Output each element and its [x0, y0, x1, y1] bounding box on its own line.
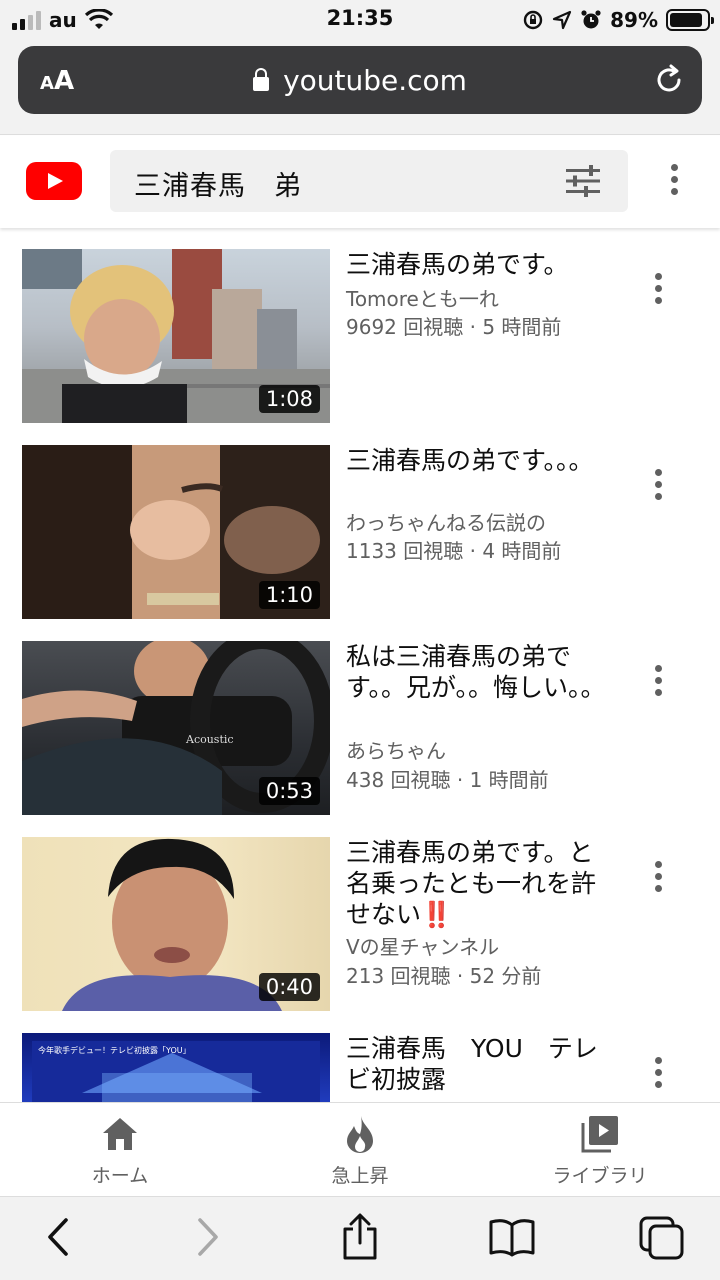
url-display[interactable]: youtube.com	[18, 64, 702, 97]
battery-icon	[666, 9, 714, 31]
video-more-icon[interactable]	[654, 273, 662, 304]
video-more-icon[interactable]	[654, 1057, 662, 1088]
video-channel[interactable]: Vの星チャンネル	[346, 933, 499, 962]
video-thumbnail[interactable]: 0:40	[22, 837, 330, 1011]
video-channel[interactable]: あらちゃん	[346, 737, 446, 766]
shirt-print-text: Acoustic	[185, 733, 234, 746]
video-channel[interactable]: わっちゃんねる伝説の	[346, 509, 546, 538]
video-more-icon[interactable]	[654, 861, 662, 892]
video-more-icon[interactable]	[654, 665, 662, 696]
nav-trending-label: 急上昇	[331, 1165, 389, 1187]
share-icon[interactable]	[340, 1213, 380, 1261]
thumbnail-caption: 今年歌手デビュー！テレビ初披露「YOU」	[38, 1045, 191, 1055]
home-icon	[103, 1118, 137, 1150]
video-channel[interactable]: Tomoreとも一れ	[346, 285, 499, 314]
youtube-bottom-nav: ホーム 急上昇 ライブラリ	[0, 1102, 720, 1196]
video-duration: 0:53	[258, 777, 320, 805]
browser-bottom-toolbar	[0, 1196, 720, 1280]
video-duration: 1:08	[258, 385, 320, 413]
filter-icon[interactable]	[564, 164, 602, 198]
forward-icon[interactable]	[194, 1217, 222, 1257]
nav-library[interactable]: ライブラリ	[500, 1113, 700, 1188]
trending-flame-icon	[347, 1116, 373, 1153]
video-title[interactable]: 私は三浦春馬の弟です。。兄が。。悔しい。。	[346, 641, 608, 703]
youtube-header: 三浦春馬 弟	[0, 136, 720, 228]
nav-home-label: ホーム	[91, 1165, 149, 1187]
video-thumbnail[interactable]: 1:08	[22, 249, 330, 423]
video-title[interactable]: 三浦春馬の弟です。と名乗ったとも一れを許せない‼️	[346, 837, 608, 930]
video-stats: 213 回視聴 · 52 分前	[346, 964, 542, 988]
video-duration: 1:10	[258, 581, 320, 609]
status-bar: au 21:35 89%	[0, 0, 720, 40]
video-thumbnail[interactable]: Acoustic 0:53	[22, 641, 330, 815]
youtube-logo-icon[interactable]	[26, 162, 82, 200]
url-text: youtube.com	[283, 64, 467, 97]
video-item[interactable]: 今年歌手デビュー！テレビ初披露「YOU」 三浦春馬 YOU テレビ初披露	[0, 1033, 720, 1103]
search-input[interactable]: 三浦春馬 弟	[110, 150, 628, 212]
video-title[interactable]: 三浦春馬 YOU テレビ初披露	[346, 1033, 608, 1095]
video-item[interactable]: 1:08 三浦春馬の弟です。 Tomoreとも一れ 9692 回視聴 · 5 時…	[0, 249, 720, 425]
video-stats: 1133 回視聴 · 4 時間前	[346, 539, 562, 563]
address-bar[interactable]: AA youtube.com	[18, 46, 702, 114]
video-thumbnail[interactable]: 今年歌手デビュー！テレビ初披露「YOU」	[22, 1033, 330, 1103]
nav-home[interactable]: ホーム	[20, 1113, 220, 1188]
video-more-icon[interactable]	[654, 469, 662, 500]
bookmarks-icon[interactable]	[488, 1217, 536, 1257]
battery-fill	[670, 13, 703, 27]
lock-icon	[253, 68, 270, 91]
video-stats: 9692 回視聴 · 5 時間前	[346, 315, 562, 339]
video-stats: 438 回視聴 · 1 時間前	[346, 768, 549, 792]
video-thumbnail[interactable]: 1:10	[22, 445, 330, 619]
tabs-icon[interactable]	[638, 1215, 686, 1261]
more-icon[interactable]	[670, 164, 678, 195]
video-title[interactable]: 三浦春馬の弟です。。。	[346, 445, 608, 476]
back-icon[interactable]	[44, 1217, 72, 1257]
thumbnail-image: 今年歌手デビュー！テレビ初披露「YOU」	[32, 1041, 320, 1103]
video-item[interactable]: 0:40 三浦春馬の弟です。と名乗ったとも一れを許せない‼️ Vの星チャンネル …	[0, 837, 720, 1013]
library-icon	[581, 1116, 618, 1153]
status-right: 89%	[522, 8, 714, 32]
reload-icon[interactable]	[652, 63, 686, 97]
nav-library-label: ライブラリ	[552, 1165, 648, 1187]
location-icon	[553, 10, 572, 30]
search-query: 三浦春馬 弟	[134, 171, 302, 202]
orientation-lock-icon	[523, 10, 543, 30]
nav-trending[interactable]: 急上昇	[260, 1113, 460, 1188]
browser-toolbar: AA youtube.com	[0, 40, 720, 135]
video-item[interactable]: 1:10 三浦春馬の弟です。。。 わっちゃんねる伝説の 1133 回視聴 · 4…	[0, 445, 720, 621]
video-item[interactable]: Acoustic 0:53 私は三浦春馬の弟です。。兄が。。悔しい。。 あらちゃ…	[0, 641, 720, 817]
battery-percent: 89%	[610, 8, 658, 32]
alarm-icon	[581, 10, 601, 29]
video-duration: 0:40	[258, 973, 320, 1001]
video-title[interactable]: 三浦春馬の弟です。	[346, 249, 608, 280]
